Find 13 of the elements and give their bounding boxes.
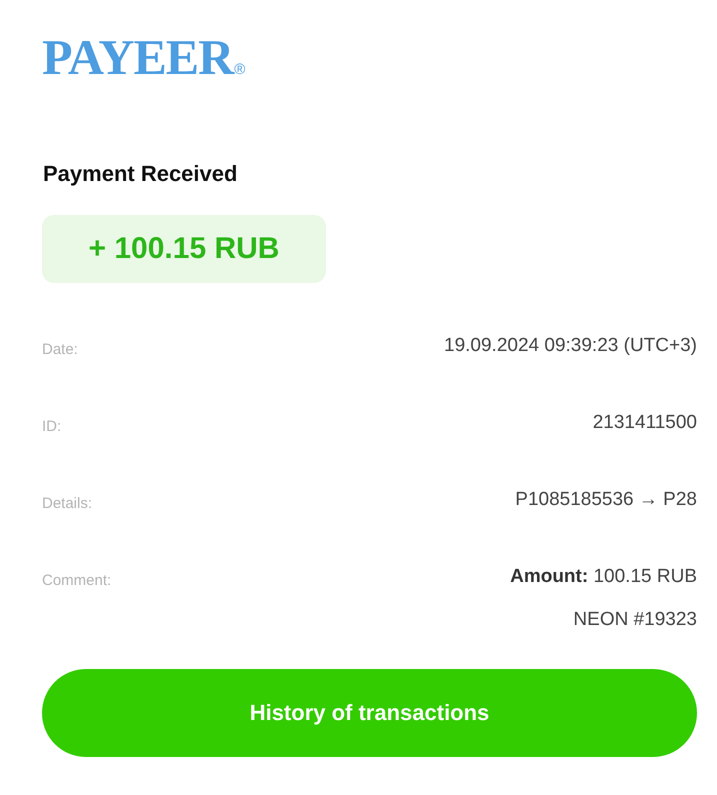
field-value: P1085185536 → P28 <box>515 488 697 512</box>
field-value: 2131411500 <box>592 411 697 435</box>
field-label: Comment: <box>42 571 112 589</box>
field-value: Amount: 100.15 RUB <box>510 565 697 589</box>
history-button[interactable]: History of transactions <box>42 669 697 757</box>
field-value: 19.09.2024 09:39:23 (UTC+3) <box>444 334 697 358</box>
field-label: Date: <box>42 340 78 358</box>
page-title: Payment Received <box>43 161 238 187</box>
amount-badge: + 100.15 RUB <box>42 215 326 283</box>
field-label: ID: <box>42 417 62 435</box>
field-label: Details: <box>42 494 92 512</box>
payeer-logo: PAYEER® <box>42 30 244 87</box>
field-value: NEON #19323 <box>573 608 697 632</box>
